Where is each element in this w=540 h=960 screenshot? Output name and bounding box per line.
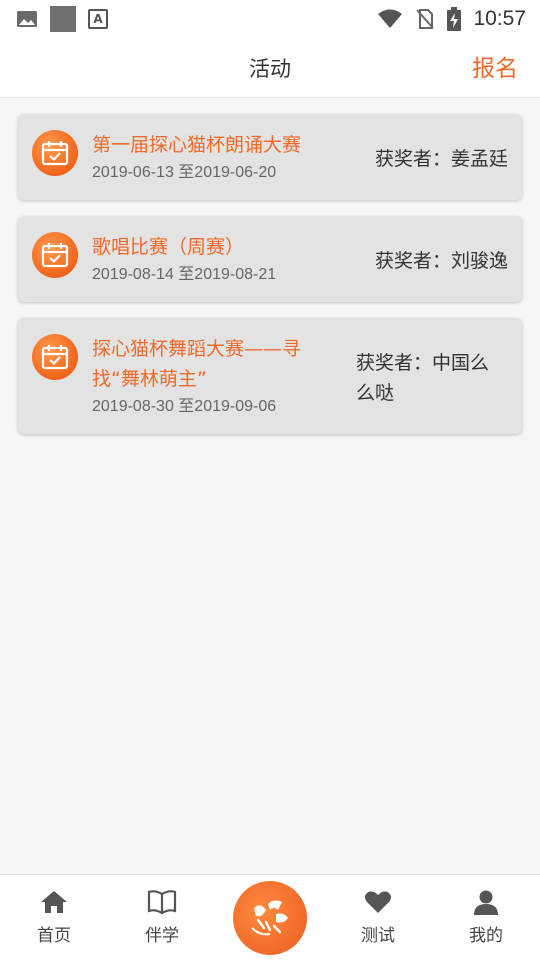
calendar-check-icon bbox=[32, 334, 78, 380]
activity-winner: 获奖者：中国么么哒 bbox=[356, 348, 506, 408]
nav-item-study[interactable]: 伴学 bbox=[122, 875, 202, 960]
status-time: 10:57 bbox=[473, 7, 526, 30]
page-title: 活动 bbox=[249, 57, 291, 81]
bottom-nav: 首页 伴学 测试 我的 bbox=[0, 874, 540, 960]
winner-label: 获奖者： bbox=[356, 352, 433, 374]
nav-label: 测试 bbox=[361, 926, 395, 946]
status-bar: A 10:57 bbox=[0, 0, 540, 38]
book-icon bbox=[147, 890, 177, 915]
calendar-check-icon bbox=[32, 232, 78, 278]
image-icon bbox=[17, 11, 37, 27]
app-header: 活动 报名 bbox=[0, 38, 540, 98]
winner-label: 获奖者： bbox=[374, 148, 451, 170]
signup-button[interactable]: 报名 bbox=[472, 38, 518, 98]
center-logo-button[interactable] bbox=[233, 881, 307, 955]
square-icon bbox=[50, 6, 76, 32]
wifi-icon bbox=[378, 9, 403, 28]
winner-label: 获奖者： bbox=[374, 250, 451, 272]
activity-card[interactable]: 探心猫杯舞蹈大赛——寻找“舞林萌主” 2019-08-30 至2019-09-0… bbox=[18, 318, 522, 434]
calendar-check-icon bbox=[32, 130, 78, 176]
activity-winner: 获奖者：姜孟廷 bbox=[375, 144, 508, 171]
battery-charging-icon bbox=[447, 7, 462, 31]
activity-date-range: 2019-08-30 至2019-09-06 bbox=[92, 398, 277, 415]
no-sim-icon bbox=[416, 9, 435, 29]
nav-label: 伴学 bbox=[145, 926, 179, 946]
status-bar-left: A bbox=[16, 6, 108, 32]
status-bar-right: 10:57 bbox=[377, 7, 526, 31]
activity-winner: 获奖者：刘骏逸 bbox=[375, 246, 508, 273]
nav-label: 首页 bbox=[37, 926, 71, 946]
activity-title: 探心猫杯舞蹈大赛——寻找“舞林萌主” bbox=[92, 338, 302, 390]
winner-name: 姜孟廷 bbox=[450, 148, 508, 170]
a-icon: A bbox=[88, 9, 108, 29]
activity-card[interactable]: 歌唱比赛（周赛） 2019-08-14 至2019-08-21 获奖者：刘骏逸 bbox=[18, 216, 522, 302]
heart-icon bbox=[365, 891, 391, 913]
nav-item-test[interactable]: 测试 bbox=[338, 875, 418, 960]
center-logo bbox=[251, 900, 288, 936]
activity-card[interactable]: 第一届探心猫杯朗诵大赛 2019-06-13 至2019-06-20 获奖者：姜… bbox=[18, 114, 522, 200]
winner-name: 刘骏逸 bbox=[450, 250, 508, 272]
activity-list: 第一届探心猫杯朗诵大赛 2019-06-13 至2019-06-20 获奖者：姜… bbox=[18, 114, 522, 450]
nav-item-mine[interactable]: 我的 bbox=[446, 875, 526, 960]
activity-info: 探心猫杯舞蹈大赛——寻找“舞林萌主” 2019-08-30 至2019-09-0… bbox=[92, 334, 322, 418]
nav-label: 我的 bbox=[469, 926, 503, 946]
nav-item-home[interactable]: 首页 bbox=[14, 875, 94, 960]
home-icon bbox=[41, 891, 67, 913]
user-icon bbox=[474, 890, 498, 915]
